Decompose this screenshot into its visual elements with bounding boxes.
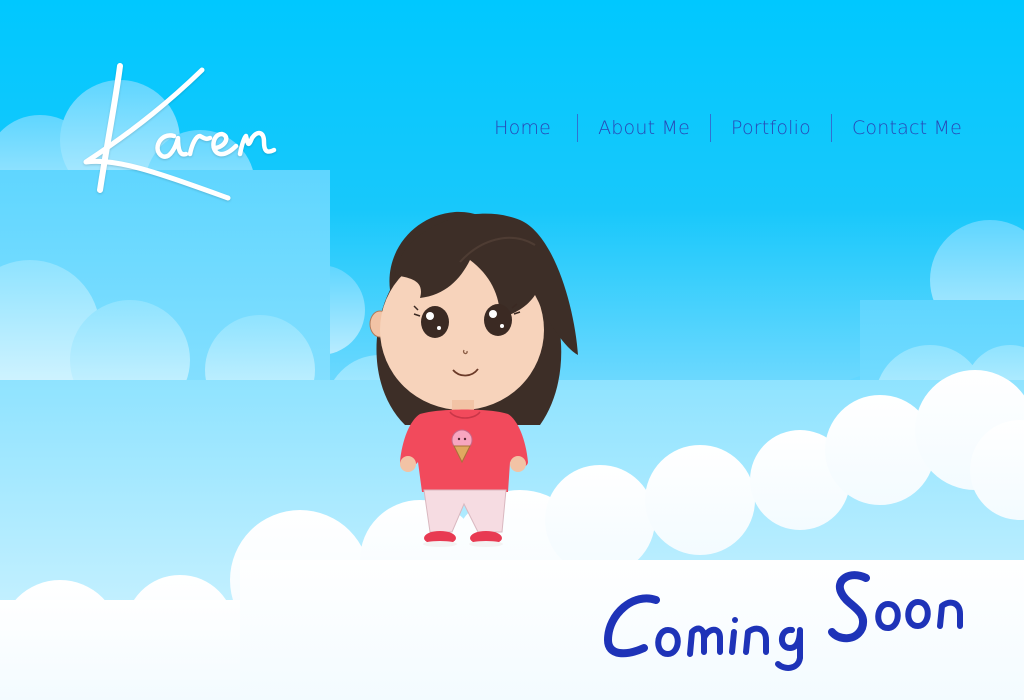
- girl-character-icon: [369, 211, 578, 547]
- nav-link-portfolio[interactable]: Portfolio: [719, 113, 823, 143]
- coming-soon-headline: Coming Soon: [598, 552, 978, 682]
- page: Karen Home About Me Portfolio Contac: [0, 0, 1024, 700]
- nav-divider: [709, 114, 711, 142]
- nav-link-about-me[interactable]: About Me: [586, 113, 702, 143]
- nav-link-home[interactable]: Home: [482, 113, 563, 143]
- brand-logo[interactable]: Karen: [78, 58, 288, 208]
- nav-link-contact-me[interactable]: Contact Me: [840, 113, 974, 143]
- pants: [423, 489, 507, 533]
- main-nav: Home About Me Portfolio Contact Me: [482, 113, 974, 143]
- nav-divider: [577, 114, 579, 142]
- coming-soon-script-icon: [604, 571, 963, 671]
- logo-script-icon: [83, 63, 277, 201]
- nav-divider: [830, 114, 832, 142]
